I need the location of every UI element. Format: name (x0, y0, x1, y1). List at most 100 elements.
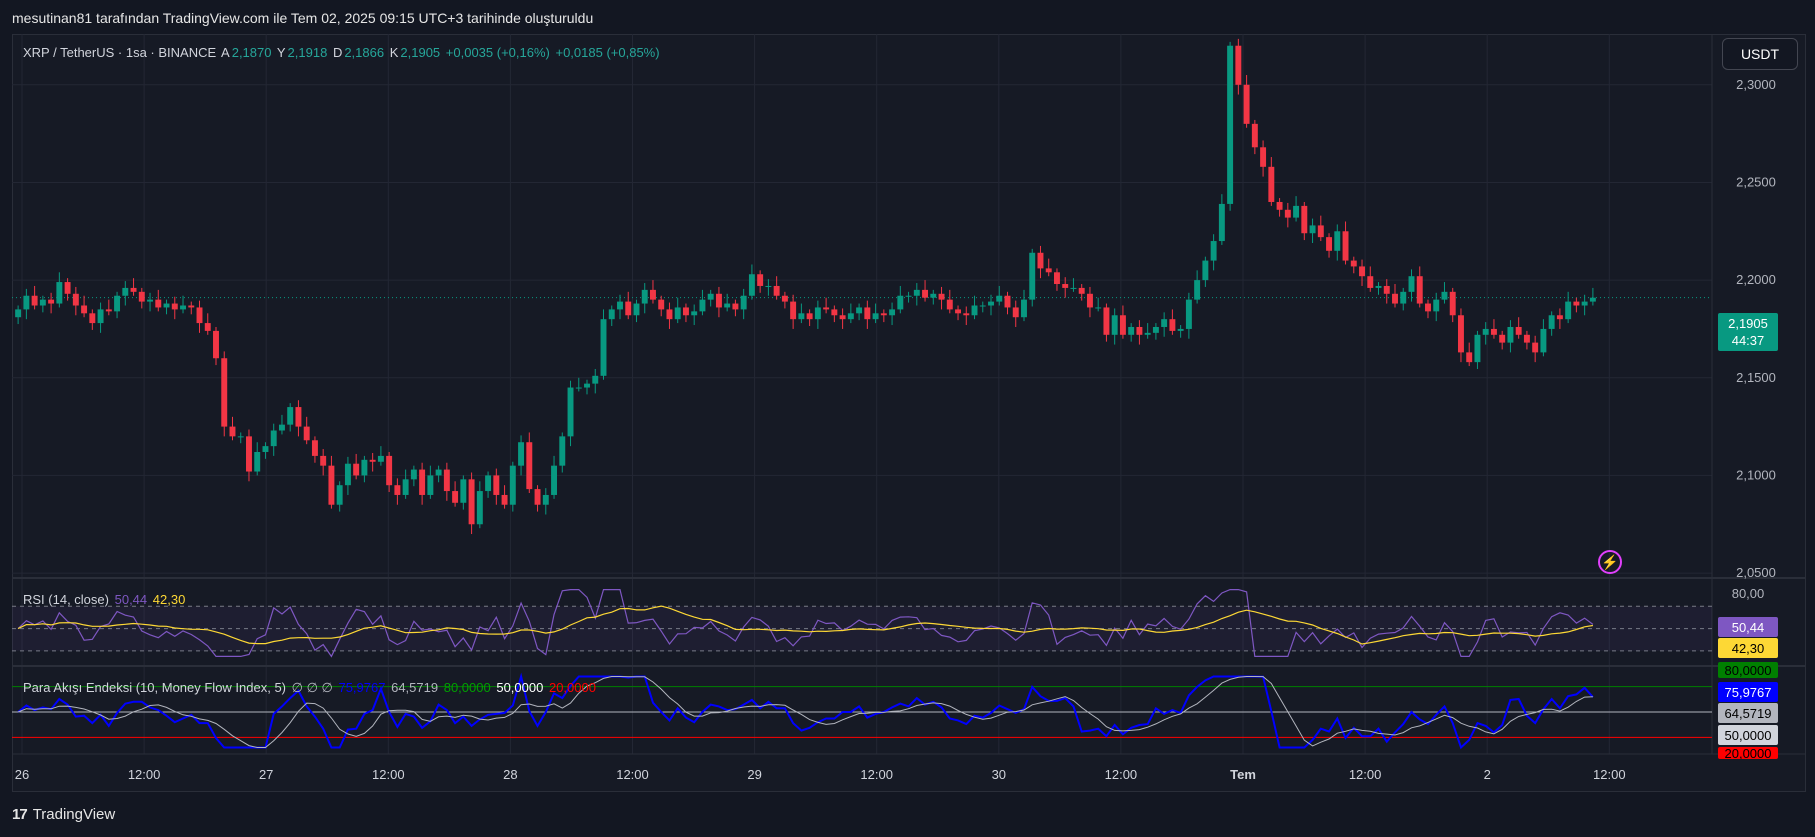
mfi-lower-value: 20,0000 (548, 680, 596, 695)
candle-body (1359, 266, 1365, 277)
candle-body (1342, 231, 1349, 261)
rsi-legend: RSI (14, close) 50,44 42,30 (23, 592, 187, 607)
candle-body (699, 299, 706, 312)
candle-body (435, 469, 442, 476)
candle-body (823, 307, 830, 310)
candle-body (1392, 293, 1398, 304)
candle-body (1565, 301, 1572, 320)
x-tick-label: 12:00 (860, 767, 893, 782)
candle-body (1260, 147, 1267, 167)
candle-body (1202, 260, 1209, 281)
candle-body (493, 475, 500, 495)
close-value: 2,1905 (400, 45, 441, 60)
candle-body (930, 293, 937, 298)
chart-caption: mesutinan81 tarafından TradingView.com i… (12, 10, 594, 26)
candle-body (1037, 252, 1044, 269)
mfi-ma-value: 64,5719 (391, 680, 439, 695)
candle-body (872, 313, 879, 320)
candle-body (1482, 328, 1489, 335)
candle-body (1144, 332, 1151, 335)
price-chart[interactable]: 2,3000 2,2500 2,2000 2,1500 2,1000 2,0500 26 12… (12, 34, 1806, 792)
candle-body (666, 309, 673, 320)
candle-body (81, 305, 88, 314)
candle-body (336, 485, 343, 505)
candle-body (757, 274, 764, 286)
y-tick-label: 2,1000 (1736, 467, 1776, 482)
candle-body (608, 309, 615, 320)
countdown: 44:37 (1731, 333, 1765, 348)
candle-body (1235, 45, 1242, 85)
candle-body (798, 313, 805, 320)
candle-body (1194, 280, 1201, 300)
x-tick-label: 12:00 (128, 767, 161, 782)
lightning-icon[interactable]: ⚡ (1598, 550, 1622, 574)
x-tick-label: 12:00 (616, 767, 649, 782)
candle-body (221, 358, 228, 427)
candle-body (56, 282, 63, 304)
candle-body (913, 289, 920, 296)
candle-body (1457, 315, 1464, 353)
candle-body (1136, 326, 1143, 335)
currency-button[interactable]: USDT (1722, 38, 1798, 70)
candle-body (1169, 319, 1176, 331)
candle-body (1086, 293, 1093, 308)
candle-body (427, 475, 434, 495)
candle-body (1152, 326, 1159, 333)
candle-body (476, 491, 483, 525)
candle-body (1078, 287, 1085, 294)
x-tick-label: 2 (1484, 767, 1491, 782)
candle-body (97, 309, 104, 324)
candle-body (1128, 326, 1135, 335)
candle-body (790, 301, 797, 320)
candle-body (559, 436, 566, 466)
candle-body (196, 307, 203, 324)
candle-body (955, 309, 961, 314)
candle-body (394, 485, 401, 495)
candle-body (1474, 334, 1481, 363)
candle-body (1218, 203, 1225, 242)
y-tick-label: 2,2500 (1736, 174, 1776, 189)
candle-body (1383, 285, 1390, 294)
candle-body (1573, 301, 1580, 306)
candle-body (287, 407, 294, 425)
candle-body (839, 315, 846, 320)
candle-body (1540, 328, 1547, 353)
candle-body (386, 455, 393, 486)
candle-body (155, 299, 162, 308)
mfi-label: Para Akışı Endeksi (10, Money Flow Index… (23, 680, 287, 695)
candle-body (1507, 326, 1514, 343)
candle-body (64, 282, 71, 294)
low-value: 2,1866 (344, 45, 385, 60)
candle-body (295, 407, 302, 427)
rsi-value-tag: 50,44 (1718, 617, 1778, 637)
candle-body (674, 307, 681, 320)
mfi-value: 75,9767 (338, 680, 386, 695)
x-tick-label: 12:00 (1105, 767, 1138, 782)
candle-body (1177, 328, 1184, 331)
candle-body (658, 299, 665, 310)
candle-body (48, 299, 55, 304)
candle-body (270, 430, 277, 447)
rsi-value: 50,44 (114, 592, 148, 607)
mfi-upper-value: 80,0000 (443, 680, 491, 695)
candle-body (707, 293, 714, 300)
candle-body (781, 295, 788, 302)
candle-body (213, 330, 219, 359)
candle-body (625, 301, 632, 316)
candle-body (320, 455, 327, 466)
candle-body (89, 313, 96, 324)
candle-body (765, 285, 772, 287)
brand[interactable]: 17 TradingView (12, 806, 115, 823)
rsi-pane (12, 589, 1712, 658)
candle-body (1268, 166, 1275, 202)
candlestick-series (15, 38, 1596, 535)
candle-body (501, 494, 508, 505)
candle-body (31, 295, 38, 306)
candle-body (617, 301, 623, 310)
candle-body (600, 319, 607, 376)
candle-body (682, 307, 689, 316)
last-price: 2,1905 (1728, 316, 1768, 331)
rsi-ma-value: 42,30 (152, 592, 186, 607)
candle-body (278, 424, 285, 431)
candle-body (732, 303, 739, 310)
